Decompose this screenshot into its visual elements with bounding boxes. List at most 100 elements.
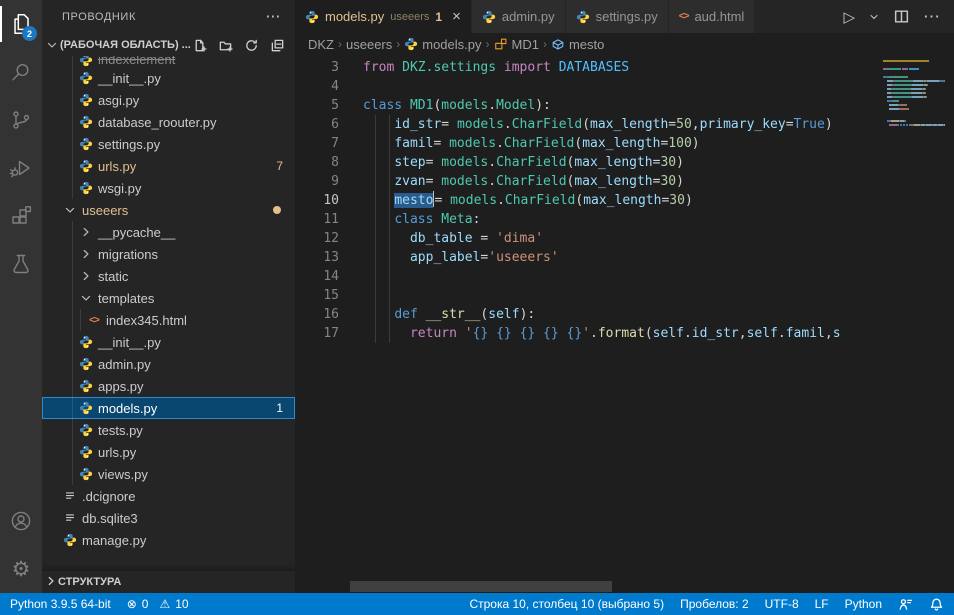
tree-item-urls-py[interactable]: urls.py [42, 441, 295, 463]
activity-bottom: ⚙ [0, 497, 42, 593]
token: CharField [505, 193, 575, 208]
token [363, 307, 394, 322]
horizontal-scrollbar[interactable] [350, 581, 612, 592]
status-cursor-position[interactable]: Строка 10, столбец 10 (выбрано 5) [469, 597, 664, 611]
tree-item-init-py[interactable]: __init__.py [42, 67, 295, 89]
activity-item-account[interactable] [0, 497, 42, 545]
tree-item-templates[interactable]: templates [42, 287, 295, 309]
minimap-line [883, 88, 945, 90]
token [363, 250, 410, 265]
tree-item-tests-py[interactable]: tests.py [42, 419, 295, 441]
activity-item-testing[interactable] [0, 240, 42, 288]
token: Model [496, 98, 535, 113]
python-icon [78, 335, 94, 349]
breadcrumb-item-md1[interactable]: MD1 [494, 37, 539, 52]
more-actions-icon[interactable]: ⋯ [265, 12, 281, 22]
tree-item-urls-py[interactable]: urls.py7 [42, 155, 295, 177]
activity-item-explorer[interactable]: 2 [0, 0, 42, 48]
refresh-icon[interactable] [244, 38, 259, 53]
indent-guide [375, 267, 376, 286]
breadcrumb-item-models-py[interactable]: models.py [404, 37, 481, 52]
tree-item-apps-py[interactable]: apps.py [42, 375, 295, 397]
breadcrumb-separator: › [486, 37, 490, 51]
new-file-icon[interactable] [192, 38, 207, 53]
tree-item-index345-html[interactable]: <>index345.html [42, 309, 295, 331]
split-editor-icon[interactable] [893, 8, 910, 25]
status-python-version[interactable]: Python 3.9.5 64-bit [10, 597, 111, 611]
tab-settings-py[interactable]: settings.py [566, 0, 669, 33]
status-eol[interactable]: LF [815, 597, 829, 611]
token: ( [574, 136, 582, 151]
outline-section-header[interactable]: СТРУКТУРА [42, 570, 295, 593]
chevron-right-icon [78, 269, 94, 283]
tab-admin-py[interactable]: admin.py [472, 0, 566, 33]
collapse-all-icon[interactable] [270, 38, 285, 53]
status-notifications[interactable] [929, 597, 944, 612]
indent-guide [389, 267, 390, 286]
more-actions-icon[interactable]: ⋯ [923, 7, 940, 27]
status-problems[interactable]: ⊗0⚠10 [127, 597, 189, 611]
tree-item-migrations[interactable]: migrations [42, 243, 295, 265]
status-left: Python 3.9.5 64-bit ⊗0⚠10 [10, 597, 189, 611]
breadcrumb-item-dkz[interactable]: DKZ [308, 37, 334, 52]
token: . [504, 117, 512, 132]
status-language-mode[interactable]: Python [845, 597, 882, 611]
status-indentation[interactable]: Пробелов: 2 [680, 597, 749, 611]
status-feedback[interactable] [898, 597, 913, 612]
line-number: 3 [295, 58, 339, 77]
code-editor[interactable]: 3from DKZ.settings import DATABASES45cla… [295, 55, 954, 593]
tree-item-label: indexelement [98, 56, 175, 67]
minimap[interactable] [883, 60, 945, 128]
tree-item-settings-py[interactable]: settings.py [42, 133, 295, 155]
minimap-line [883, 72, 945, 74]
close-icon[interactable]: × [452, 9, 461, 24]
activity-item-source-control[interactable] [0, 96, 42, 144]
tree-item-views-py[interactable]: views.py [42, 463, 295, 485]
token: return [410, 326, 465, 341]
token: ): [520, 307, 536, 322]
token: 30 [660, 155, 676, 170]
tree-item-pycache[interactable]: __pycache__ [42, 221, 295, 243]
tree-item-useeers[interactable]: useeers [42, 199, 295, 221]
code-line: 7 famil= models.CharField(max_length=100… [295, 134, 880, 153]
token: max_length [574, 155, 652, 170]
tree-item-label: __init__.py [98, 71, 161, 86]
tab-aud-html[interactable]: <>aud.html [669, 0, 756, 33]
tree-item-db-sqlite3[interactable]: db.sqlite3 [42, 507, 295, 529]
breadcrumb-item-mesto[interactable]: mesto [551, 37, 604, 52]
activity-item-extensions[interactable] [0, 192, 42, 240]
python-icon [404, 37, 418, 51]
code-text: id_str= models.CharField(max_length=50,p… [363, 115, 833, 134]
token: db_table [410, 231, 473, 246]
tree-item-dcignore[interactable]: .dcignore [42, 485, 295, 507]
tree-item-init-py[interactable]: __init__.py [42, 331, 295, 353]
python-icon [78, 467, 94, 481]
breadcrumb-item-useeers[interactable]: useeers [346, 37, 392, 52]
breadcrumb-separator: › [338, 37, 342, 51]
tab-models-py[interactable]: models.pyuseeers1× [295, 0, 472, 33]
activity-item-run-debug[interactable] [0, 144, 42, 192]
tree-item-manage-py[interactable]: manage.py [42, 529, 295, 551]
new-folder-icon[interactable] [218, 38, 233, 53]
tab-label: models.py [325, 9, 384, 24]
activity-item-search[interactable] [0, 48, 42, 96]
activity-item-settings[interactable]: ⚙ [0, 545, 42, 593]
tree-item-wsgi-py[interactable]: wsgi.py [42, 177, 295, 199]
feedback-icon [898, 597, 913, 612]
tree-item-asgi-py[interactable]: asgi.py [42, 89, 295, 111]
code-lines: 3from DKZ.settings import DATABASES45cla… [295, 58, 880, 343]
code-line: 15 [295, 286, 880, 305]
tree-item-static[interactable]: static [42, 265, 295, 287]
token: __str__ [426, 307, 481, 322]
tree-item-database-roouter-py[interactable]: database_roouter.py [42, 111, 295, 133]
status-encoding[interactable]: UTF-8 [765, 597, 799, 611]
run-dropdown-chevron-icon[interactable] [868, 11, 880, 23]
token: ( [582, 117, 590, 132]
run-button[interactable]: ▷ [843, 8, 855, 26]
tree-item-models-py[interactable]: models.py1 [42, 397, 295, 419]
workspace-section-header[interactable]: (РАБОЧАЯ ОБЛАСТЬ) ... [42, 34, 295, 56]
tree-item-indexelement[interactable]: indexelement [42, 56, 295, 67]
tree-item-admin-py[interactable]: admin.py [42, 353, 295, 375]
token [496, 60, 504, 75]
tree-item-label: index345.html [106, 313, 187, 328]
